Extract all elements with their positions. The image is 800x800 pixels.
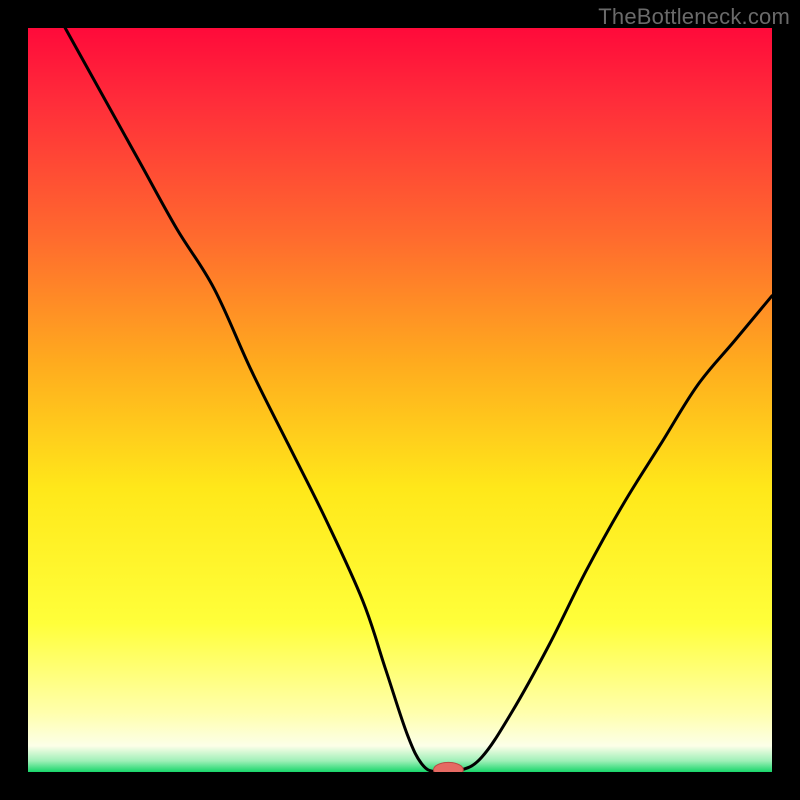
bottleneck-chart (28, 28, 772, 772)
watermark-text: TheBottleneck.com (598, 4, 790, 30)
chart-frame: TheBottleneck.com (0, 0, 800, 800)
plot-area (28, 28, 772, 772)
gradient-background (28, 28, 772, 772)
